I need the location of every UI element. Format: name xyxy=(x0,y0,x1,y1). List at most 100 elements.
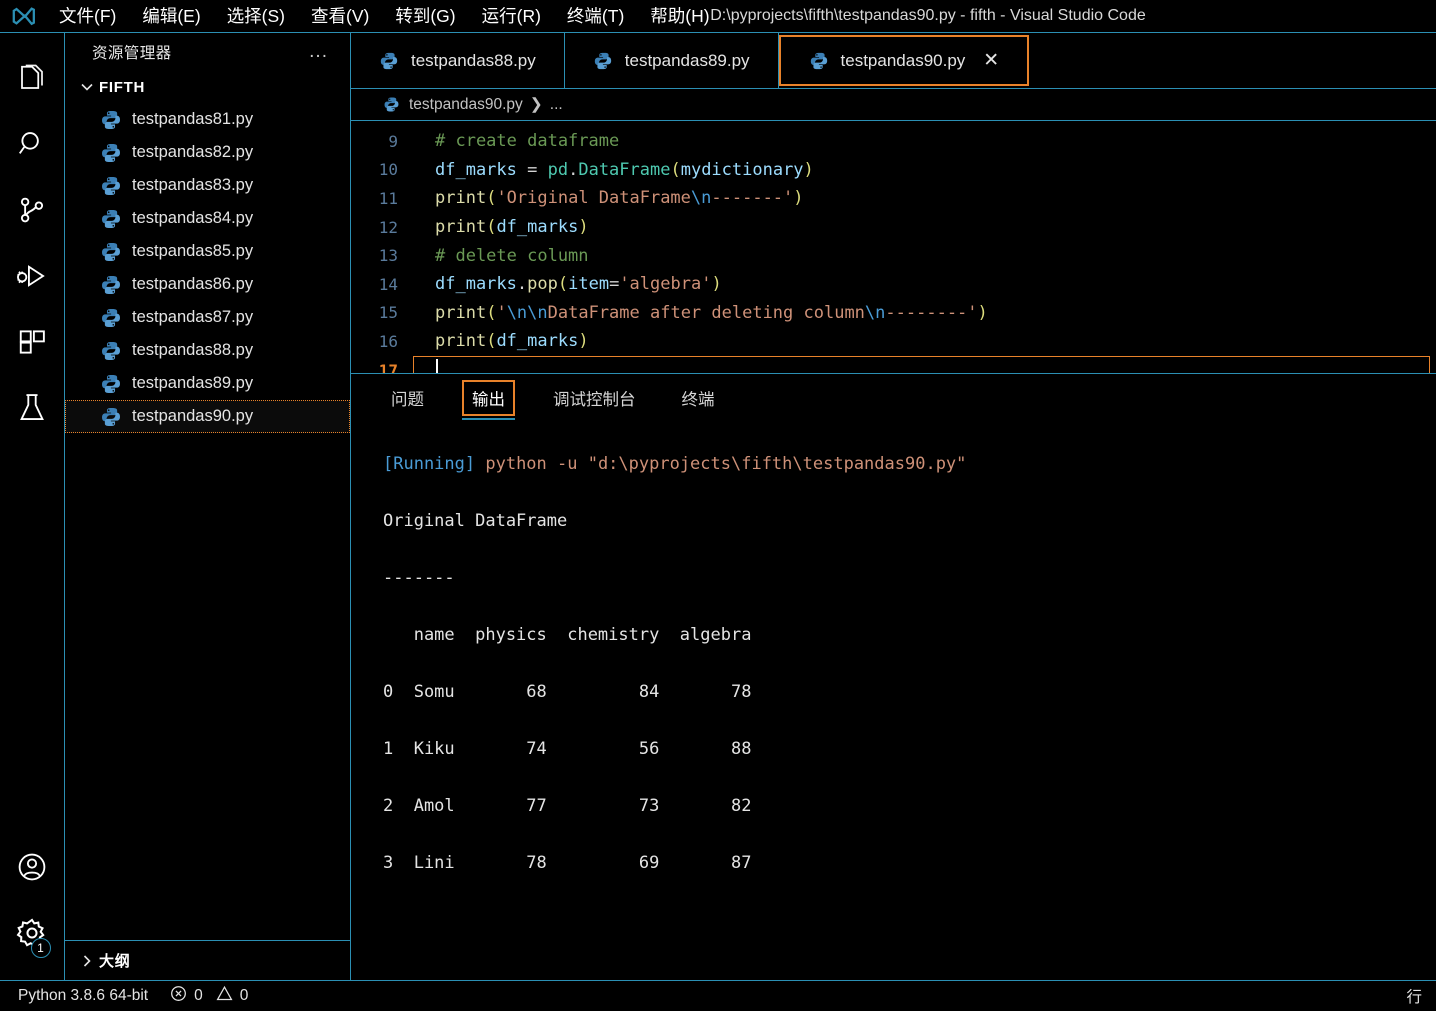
vscode-window: 文件(F) 编辑(E) 选择(S) 查看(V) 转到(G) 运行(R) 终端(T… xyxy=(0,0,1436,1011)
python-file-icon xyxy=(100,307,122,329)
tab-label: testpandas88.py xyxy=(411,50,536,70)
menu-item-go[interactable]: 转到(G) xyxy=(382,0,468,33)
list-item[interactable]: testpandas83.py xyxy=(65,169,350,202)
tab-output[interactable]: 输出 xyxy=(462,379,515,420)
python-file-icon xyxy=(100,340,122,362)
list-item[interactable]: testpandas81.py xyxy=(65,103,350,136)
testing-beaker-icon[interactable] xyxy=(0,375,65,441)
output-line: 2 Amol 77 73 82 xyxy=(383,795,752,816)
warning-icon xyxy=(216,985,233,1007)
outline-section-header[interactable]: 大纲 xyxy=(65,940,350,980)
list-item[interactable]: testpandas84.py xyxy=(65,202,350,235)
status-line-indicator[interactable]: 行 xyxy=(1406,985,1422,1007)
python-file-icon xyxy=(100,208,122,230)
breadcrumb-separator-icon: ❯ xyxy=(529,96,543,113)
menu-item-selection[interactable]: 选择(S) xyxy=(214,0,298,33)
code-line-text: print('\n\nDataFrame after deleting colu… xyxy=(435,302,988,323)
output-line: Original DataFrame xyxy=(383,510,568,531)
code-line: 13 # delete column xyxy=(351,241,1436,270)
python-file-icon xyxy=(809,51,829,71)
code-line: 9 # create dataframe xyxy=(351,127,1436,156)
list-item[interactable]: testpandas89.py xyxy=(65,367,350,400)
file-name-label: testpandas83.py xyxy=(132,176,254,194)
python-file-icon xyxy=(100,406,122,428)
line-number: 13 xyxy=(378,246,398,266)
tab-testpandas90-active[interactable]: testpandas90.py ✕ xyxy=(778,35,1030,86)
panel-tab-bar: 问题 输出 调试控制台 终端 xyxy=(351,374,1436,421)
code-line-text: # create dataframe xyxy=(435,131,620,152)
output-line: 0 Somu 68 84 78 xyxy=(383,681,752,702)
output-console[interactable]: [Running] python -u "d:\pyprojects\fifth… xyxy=(351,421,1436,980)
line-number: 10 xyxy=(378,160,398,180)
source-control-icon[interactable] xyxy=(0,177,65,243)
menu-item-run[interactable]: 运行(R) xyxy=(469,0,554,33)
folder-root-label: FIFTH xyxy=(99,78,145,96)
list-item[interactable]: testpandas88.py xyxy=(65,334,350,367)
code-line-text: # delete column xyxy=(435,245,589,266)
list-item[interactable]: testpandas86.py xyxy=(65,268,350,301)
breadcrumb-file[interactable]: testpandas90.py xyxy=(409,96,523,114)
breadcrumb-tail[interactable]: ... xyxy=(550,96,563,114)
status-problems[interactable]: 0 0 xyxy=(170,985,248,1007)
breadcrumb: testpandas90.py ❯ ... xyxy=(351,89,1436,121)
file-name-label: testpandas85.py xyxy=(132,242,254,260)
folder-root-fifth[interactable]: FIFTH xyxy=(65,71,350,103)
line-number: 14 xyxy=(378,274,398,294)
gear-badge: 1 xyxy=(30,938,51,958)
code-line: 11 print('Original DataFrame\n-------') xyxy=(351,184,1436,213)
gear-icon[interactable]: 1 xyxy=(0,900,65,966)
file-name-label: testpandas90.py xyxy=(132,407,254,425)
sidebar-more-actions-icon[interactable]: ... xyxy=(309,42,328,61)
tab-label: testpandas90.py xyxy=(840,50,966,70)
warning-count: 0 xyxy=(239,987,249,1004)
tab-label: testpandas89.py xyxy=(624,50,750,70)
line-number: 11 xyxy=(378,188,398,208)
output-line: ------- xyxy=(383,567,455,588)
code-line: 16 print(df_marks) xyxy=(351,327,1436,356)
python-file-icon xyxy=(100,109,122,131)
file-list: testpandas81.py testpandas82.py testpand… xyxy=(65,103,350,940)
line-number: 15 xyxy=(378,303,398,323)
file-name-label: testpandas88.py xyxy=(132,341,254,359)
status-python-version[interactable]: Python 3.8.6 64-bit xyxy=(18,987,148,1005)
python-file-icon xyxy=(379,51,399,71)
title-bar: 文件(F) 编辑(E) 选择(S) 查看(V) 转到(G) 运行(R) 终端(T… xyxy=(0,0,1436,33)
line-number: 9 xyxy=(388,131,398,151)
code-line-text: print(df_marks) xyxy=(435,331,589,352)
search-icon[interactable] xyxy=(0,111,65,177)
tab-testpandas89[interactable]: testpandas89.py xyxy=(564,33,779,88)
python-file-icon xyxy=(100,241,122,263)
output-line: [Running] python -u "d:\pyprojects\fifth… xyxy=(383,453,967,474)
chevron-right-icon xyxy=(75,949,99,973)
menu-item-file[interactable]: 文件(F) xyxy=(46,0,129,33)
list-item[interactable]: testpandas87.py xyxy=(65,301,350,334)
menu-item-edit[interactable]: 编辑(E) xyxy=(129,0,213,33)
list-item[interactable]: testpandas85.py xyxy=(65,235,350,268)
menu-item-view[interactable]: 查看(V) xyxy=(298,0,382,33)
close-icon[interactable]: ✕ xyxy=(983,51,999,70)
tab-problems[interactable]: 问题 xyxy=(383,382,432,414)
menu-item-terminal[interactable]: 终端(T) xyxy=(554,0,637,33)
editor-area: testpandas88.py testpandas89.py testpand… xyxy=(351,33,1436,980)
code-editor[interactable]: 9 # create dataframe 10 df_marks = pd.Da… xyxy=(351,121,1436,373)
extensions-icon[interactable] xyxy=(0,309,65,375)
activity-bar: 1 xyxy=(0,33,65,980)
menu-bar: 文件(F) 编辑(E) 选择(S) 查看(V) 转到(G) 运行(R) 终端(T… xyxy=(46,0,723,33)
account-icon[interactable] xyxy=(0,834,65,900)
run-debug-icon[interactable] xyxy=(0,243,65,309)
menu-item-help[interactable]: 帮助(H) xyxy=(637,0,722,33)
code-line-text: df_marks = pd.DataFrame(mydictionary) xyxy=(435,159,814,180)
python-file-icon xyxy=(383,96,400,113)
list-item[interactable]: testpandas82.py xyxy=(65,136,350,169)
tab-testpandas88[interactable]: testpandas88.py xyxy=(351,33,565,88)
workbench-body: 1 资源管理器 ... FIFTH testpandas81.py testpa… xyxy=(0,33,1436,980)
list-item-selected[interactable]: testpandas90.py xyxy=(65,400,350,433)
files-explorer-icon[interactable] xyxy=(0,45,65,111)
chevron-down-icon xyxy=(75,75,99,99)
bottom-panel: 问题 输出 调试控制台 终端 [Running] python -u "d:\p… xyxy=(351,373,1436,980)
code-line-text: print(df_marks) xyxy=(435,217,589,238)
code-line: 12 print(df_marks) xyxy=(351,213,1436,242)
tab-debug-console[interactable]: 调试控制台 xyxy=(545,382,644,414)
line-number-active: 17 xyxy=(378,360,398,373)
tab-terminal[interactable]: 终端 xyxy=(674,382,723,414)
